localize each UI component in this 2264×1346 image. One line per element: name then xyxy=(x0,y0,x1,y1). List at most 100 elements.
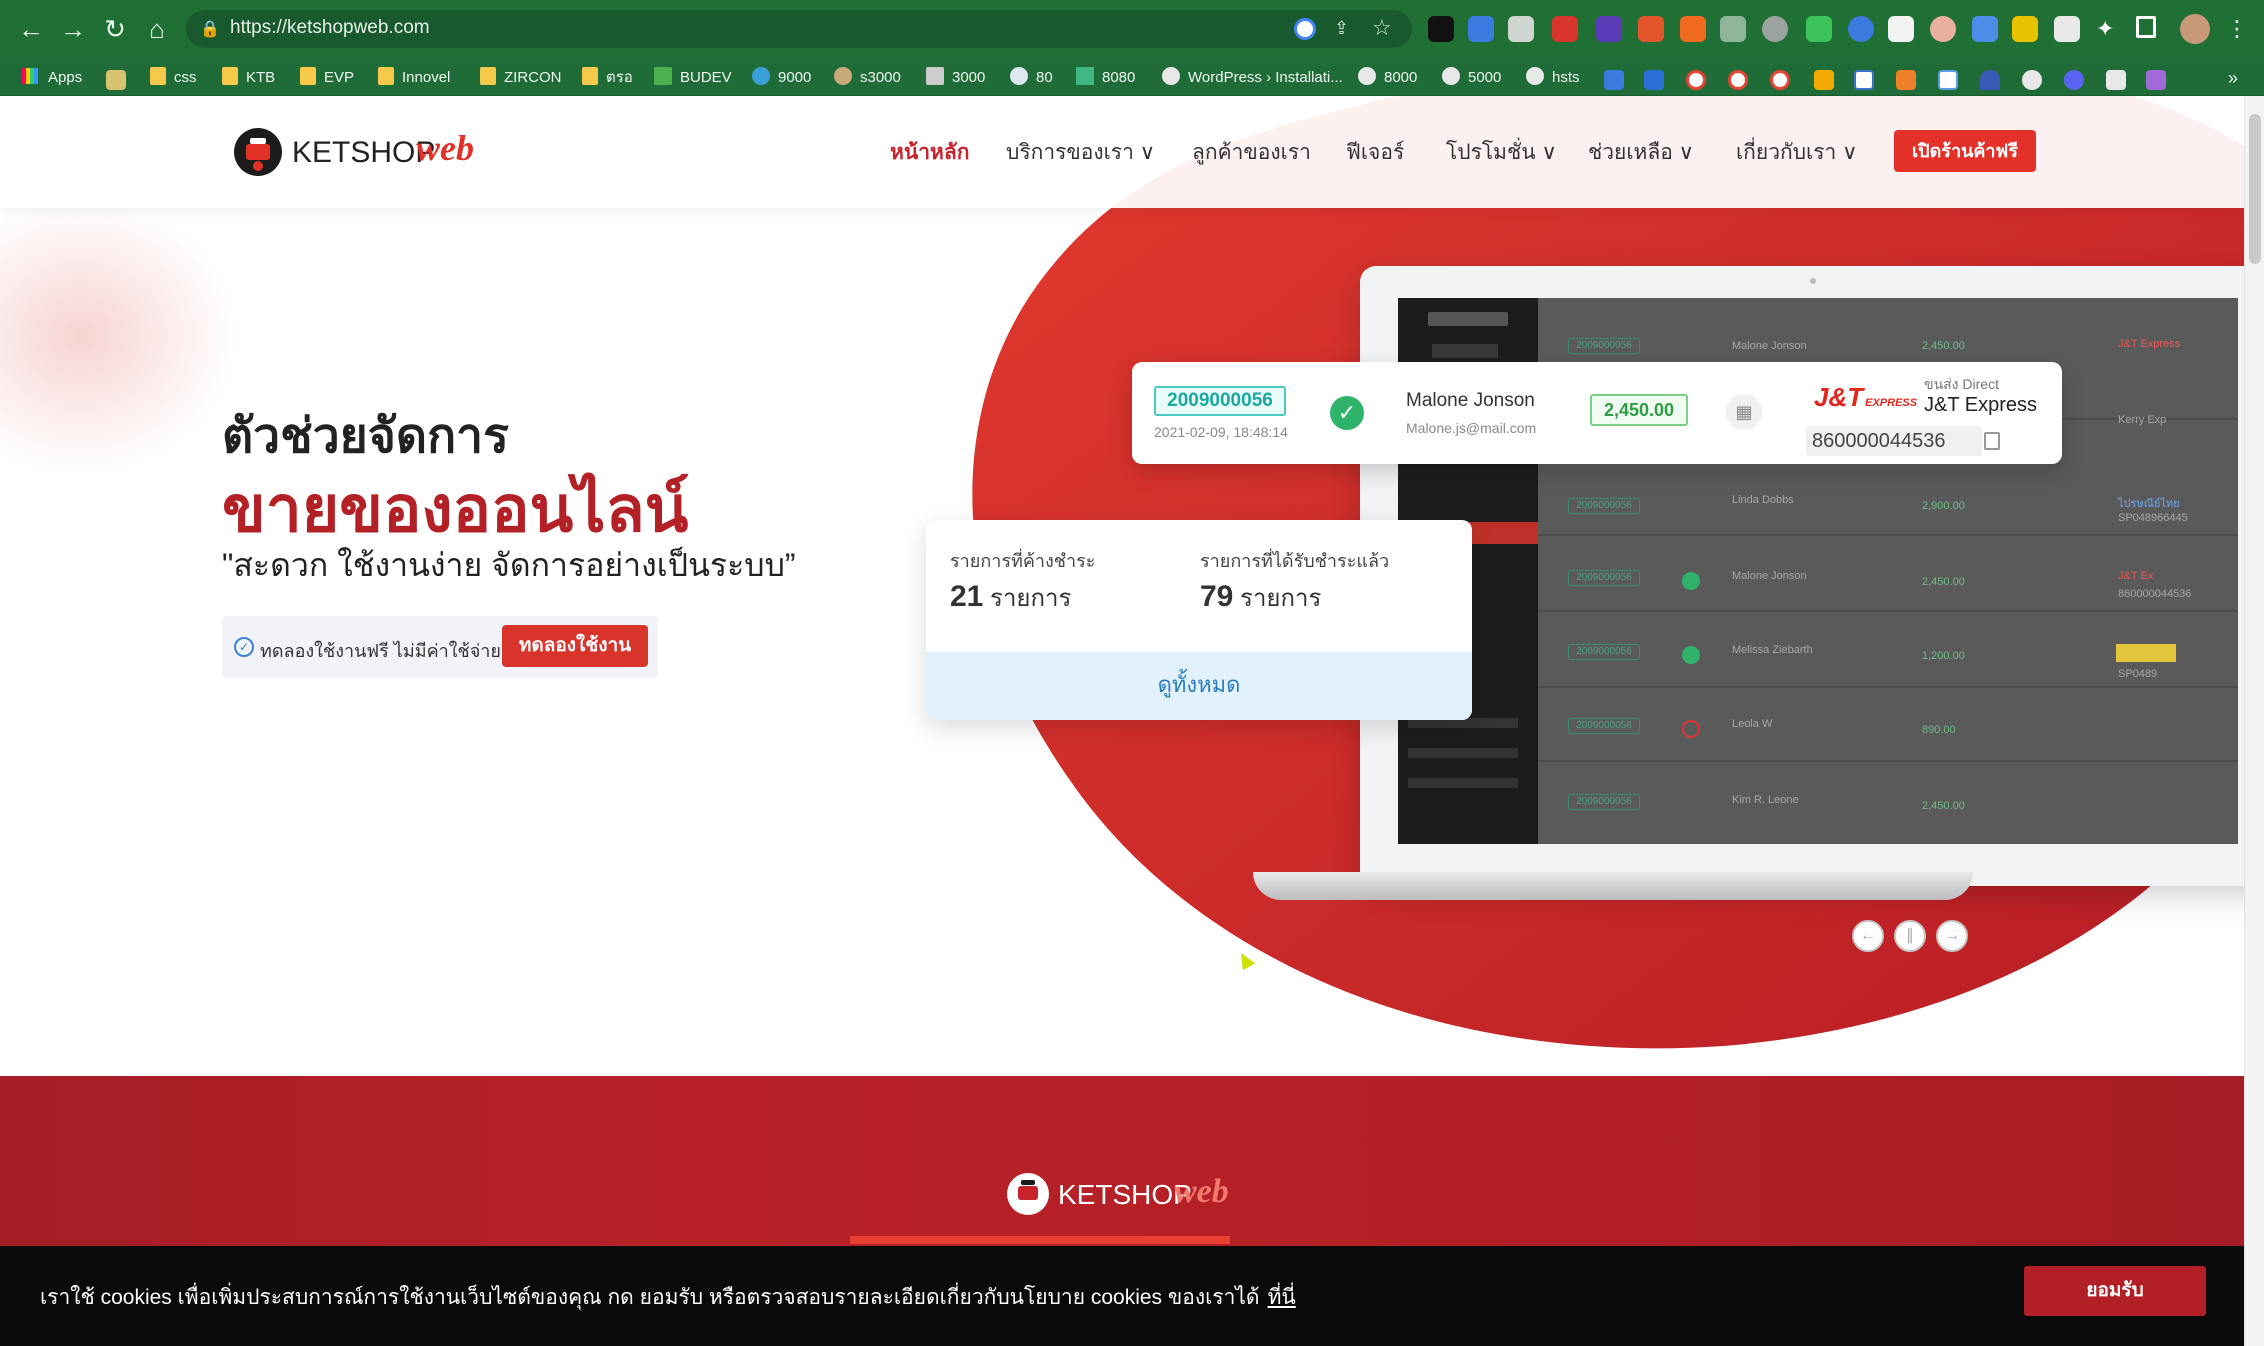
bookmark-wordpress[interactable]: WordPress › Installati... xyxy=(1162,66,1343,90)
cookie-policy-link[interactable]: ที่นี่ xyxy=(1268,1286,1296,1309)
wordpress-icon xyxy=(1010,67,1028,85)
pen-extension-icon[interactable] xyxy=(1428,16,1454,42)
bookmark-8000[interactable]: 8000 xyxy=(1358,66,1417,90)
gift-extension-icon[interactable] xyxy=(1552,16,1578,42)
shield-extension-icon[interactable] xyxy=(1806,16,1832,42)
camera-extension-icon[interactable] xyxy=(1508,16,1534,42)
screen-carrier: J&T Express xyxy=(2118,338,2181,350)
aws-bookmark-icon[interactable] xyxy=(1814,70,1834,90)
translate-extension-icon[interactable] xyxy=(1468,16,1494,42)
puzzle-icon[interactable]: ✦ xyxy=(2096,16,2122,42)
google-bookmark-icon[interactable] xyxy=(1686,70,1706,90)
trial-button[interactable]: ทดลองใช้งาน xyxy=(502,625,648,667)
bookmark-3000[interactable]: 3000 xyxy=(926,66,985,90)
bookmark-tro[interactable]: ตรอ xyxy=(582,66,633,90)
bookmark-icon xyxy=(752,67,770,85)
face-extension-icon[interactable] xyxy=(1930,16,1956,42)
compass-extension-icon[interactable] xyxy=(1762,16,1788,42)
json-extension-icon[interactable] xyxy=(2012,16,2038,42)
more-bookmarks-icon[interactable]: » xyxy=(2228,66,2238,90)
d-extension-icon[interactable] xyxy=(1848,16,1874,42)
view-all-link[interactable]: ดูทั้งหมด xyxy=(926,652,1472,720)
baidu-bookmark-icon[interactable] xyxy=(1854,70,1874,90)
screen-divider xyxy=(1538,760,2238,762)
purple-bookmark-icon[interactable] xyxy=(2146,70,2166,90)
code-bookmark-icon[interactable] xyxy=(1896,70,1916,90)
bookmark-extension-icon[interactable] xyxy=(1638,16,1664,42)
nav-about[interactable]: เกี่ยวกับเรา ∨ xyxy=(1736,136,1858,169)
vue-extension-icon[interactable] xyxy=(1720,16,1746,42)
copy-icon[interactable] xyxy=(1984,432,2000,450)
logo-accent: web xyxy=(416,128,474,168)
nav-services[interactable]: บริการของเรา ∨ xyxy=(1006,136,1155,169)
bookmark-s3000[interactable]: s3000 xyxy=(834,66,901,90)
discord-bookmark-icon[interactable] xyxy=(2064,70,2084,90)
nav-promotions[interactable]: โปรโมชั่น ∨ xyxy=(1446,136,1557,169)
page-extension-icon[interactable] xyxy=(1972,16,1998,42)
nav-help[interactable]: ช่วยเหลือ ∨ xyxy=(1588,136,1694,169)
arc-bookmark-icon[interactable] xyxy=(1980,70,2000,90)
nav-customers[interactable]: ลูกค้าของเรา xyxy=(1192,136,1311,169)
bookmark-icon xyxy=(834,67,852,85)
pending-label: รายการที่ค้างชำระ xyxy=(950,551,1096,571)
bookmark-9000[interactable]: 9000 xyxy=(752,66,811,90)
bookmarks-bar: Apps css KTB EVP Innovel ZIRCON ตรอ BUDE… xyxy=(0,58,2264,96)
bookmark-zircon[interactable]: ZIRCON xyxy=(480,66,562,90)
lock-icon: 🔒 xyxy=(200,21,220,38)
trello-bookmark-icon[interactable] xyxy=(1644,70,1664,90)
cookie-text: เราใช้ cookies เพื่อเพิ่มประสบการณ์การใช… xyxy=(40,1281,1296,1314)
bookmark-css[interactable]: css xyxy=(150,66,197,90)
laptop-mockup: 2009000056 Malone Jonson 2,450.00 200900… xyxy=(1360,266,2244,886)
carousel-pause-button[interactable]: ∥ xyxy=(1894,920,1926,952)
bookmark-80[interactable]: 80 xyxy=(1010,66,1053,90)
accept-cookies-button[interactable]: ยอมรับ xyxy=(2024,1266,2206,1316)
back-icon[interactable]: ← xyxy=(16,14,46,44)
footer-logo-accent: web xyxy=(1174,1173,1229,1210)
ketshop-logo[interactable]: KETSHOP web xyxy=(232,126,512,176)
carousel-prev-button[interactable]: ← xyxy=(1852,920,1884,952)
clipboard-extension-icon[interactable] xyxy=(2054,16,2080,42)
nav-features[interactable]: ฟีเจอร์ xyxy=(1346,136,1404,169)
google-icon[interactable] xyxy=(1294,18,1316,40)
fox-extension-icon[interactable] xyxy=(1680,16,1706,42)
bookmark-apps[interactable]: Apps xyxy=(22,66,82,90)
forward-icon[interactable]: → xyxy=(58,14,88,44)
share-icon[interactable]: ⇪ xyxy=(1334,18,1356,40)
carousel-next-button[interactable]: → xyxy=(1936,920,1968,952)
url-text: https://ketshopweb.com xyxy=(230,17,430,38)
purple-extension-icon[interactable] xyxy=(1596,16,1622,42)
bookmark-evp[interactable]: EVP xyxy=(300,66,354,90)
globe-bookmark-icon[interactable] xyxy=(2022,70,2042,90)
hex-bookmark-icon[interactable] xyxy=(106,70,126,90)
folder-icon xyxy=(480,67,496,85)
menu-icon[interactable]: ⋮ xyxy=(2226,16,2252,42)
screen-customer: Linda Dobbs xyxy=(1732,494,1794,506)
doc-bookmark-icon[interactable] xyxy=(2106,70,2126,90)
graph-bookmark-icon[interactable] xyxy=(1938,70,1958,90)
hero-slogan: "สะดวก ใช้งานง่าย จัดการอย่างเป็นระบบ” xyxy=(222,547,796,583)
bookmark-8080[interactable]: 8080 xyxy=(1076,66,1135,90)
order-amount: 2,450.00 xyxy=(1590,394,1688,426)
nav-home[interactable]: หน้าหลัก xyxy=(890,136,969,169)
folder-icon xyxy=(582,67,598,85)
sidepanel-icon[interactable] xyxy=(2136,16,2156,38)
bookmark-innovel[interactable]: Innovel xyxy=(378,66,450,90)
bookmark-5000[interactable]: 5000 xyxy=(1442,66,1501,90)
bookmark-ktb[interactable]: KTB xyxy=(222,66,275,90)
page-scrollbar[interactable] xyxy=(2244,96,2264,1346)
reload-icon[interactable]: ↻ xyxy=(100,14,130,44)
avatar[interactable] xyxy=(2180,14,2210,44)
screen-order-id: 2009000056 xyxy=(1568,338,1640,354)
home-icon[interactable]: ⌂ xyxy=(142,14,172,44)
open-store-button[interactable]: เปิดร้านค้าฟรี xyxy=(1894,130,2036,172)
star-icon[interactable]: ☆ xyxy=(1372,15,1396,40)
address-bar[interactable]: 🔒 https://ketshopweb.com ⇪ ☆ xyxy=(186,10,1412,48)
scrollbar-thumb[interactable] xyxy=(2249,114,2261,264)
doc-extension-icon[interactable] xyxy=(1888,16,1914,42)
google-bookmark-icon[interactable] xyxy=(1770,70,1790,90)
bookmark-budev[interactable]: BUDEV xyxy=(654,66,732,90)
translate-bookmark-icon[interactable] xyxy=(1604,70,1624,90)
google-bookmark-icon[interactable] xyxy=(1728,70,1748,90)
bookmark-hsts[interactable]: hsts xyxy=(1526,66,1580,90)
screen-amount: 2,450.00 xyxy=(1922,576,1965,588)
